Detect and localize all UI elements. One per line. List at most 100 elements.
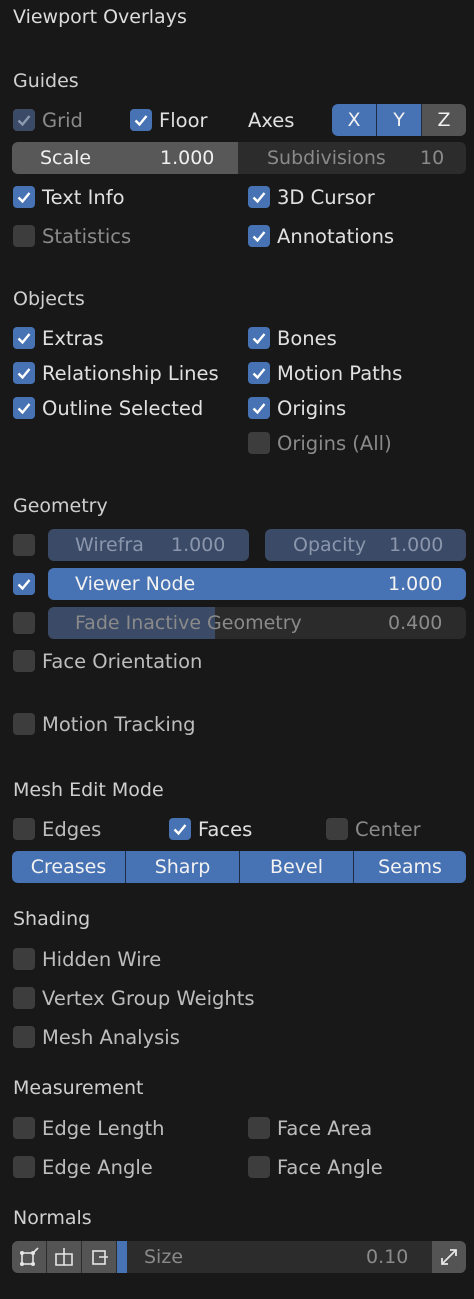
text-info-label: Text Info bbox=[42, 185, 125, 209]
outline-selected-checkbox[interactable] bbox=[13, 397, 35, 419]
creases-button[interactable]: Creases bbox=[12, 851, 125, 883]
axes-buttons: X Y Z bbox=[332, 104, 466, 136]
mesh-edit-buttons: Creases Sharp Bevel Seams bbox=[12, 851, 466, 883]
motion-paths-checkbox[interactable] bbox=[248, 362, 270, 384]
bones-label: Bones bbox=[277, 326, 337, 350]
mesh-analysis-toggle[interactable]: Mesh Analysis bbox=[13, 1024, 180, 1050]
extras-label: Extras bbox=[42, 326, 104, 350]
vertex-group-weights-toggle[interactable]: Vertex Group Weights bbox=[13, 985, 255, 1011]
origins-toggle[interactable]: Origins bbox=[248, 395, 346, 421]
axis-x-button[interactable]: X bbox=[332, 104, 376, 136]
vertex-normals-button[interactable] bbox=[12, 1241, 46, 1273]
wireframe-value: 1.000 bbox=[171, 534, 226, 556]
grid-toggle[interactable]: Grid bbox=[13, 107, 83, 133]
wireframe-checkbox[interactable] bbox=[13, 534, 35, 556]
face-area-checkbox[interactable] bbox=[248, 1117, 270, 1139]
face-angle-toggle[interactable]: Face Angle bbox=[248, 1154, 383, 1180]
motion-paths-toggle[interactable]: Motion Paths bbox=[248, 360, 402, 386]
origins-label: Origins bbox=[277, 396, 347, 420]
motion-tracking-toggle[interactable]: Motion Tracking bbox=[13, 711, 196, 737]
vertex-group-weights-label: Vertex Group Weights bbox=[42, 986, 255, 1010]
hidden-wire-toggle[interactable]: Hidden Wire bbox=[13, 946, 161, 972]
annotations-checkbox[interactable] bbox=[248, 225, 270, 247]
fade-inactive-slider[interactable]: Fade Inactive Geometry 0.400 bbox=[48, 607, 466, 639]
3d-cursor-checkbox[interactable] bbox=[248, 186, 270, 208]
relationship-lines-checkbox[interactable] bbox=[13, 362, 35, 384]
vertex-normals-icon bbox=[20, 1247, 39, 1266]
mesh-analysis-checkbox[interactable] bbox=[13, 1026, 35, 1048]
center-checkbox[interactable] bbox=[326, 818, 348, 840]
seams-button[interactable]: Seams bbox=[353, 851, 466, 883]
face-orientation-label: Face Orientation bbox=[42, 649, 203, 673]
origins-all-checkbox[interactable] bbox=[248, 432, 270, 454]
fade-inactive-value: 0.400 bbox=[388, 612, 443, 634]
grid-label: Grid bbox=[42, 108, 83, 132]
vertex-group-weights-checkbox[interactable] bbox=[13, 987, 35, 1009]
opacity-label: Opacity bbox=[293, 534, 367, 556]
bones-checkbox[interactable] bbox=[248, 327, 270, 349]
annotations-label: Annotations bbox=[277, 224, 395, 248]
extras-toggle[interactable]: Extras bbox=[13, 325, 104, 351]
scale-value[interactable]: 1.000 bbox=[160, 142, 214, 174]
text-info-toggle[interactable]: Text Info bbox=[13, 184, 125, 210]
edge-angle-toggle[interactable]: Edge Angle bbox=[13, 1154, 153, 1180]
section-measurement-heading: Measurement bbox=[13, 1077, 144, 1099]
relationship-lines-toggle[interactable]: Relationship Lines bbox=[13, 360, 219, 386]
opacity-value: 1.000 bbox=[389, 534, 444, 556]
face-normals-button[interactable] bbox=[82, 1241, 116, 1273]
face-angle-checkbox[interactable] bbox=[248, 1156, 270, 1178]
wireframe-slider[interactable]: Wirefra 1.000 bbox=[48, 529, 249, 561]
split-normals-button[interactable] bbox=[47, 1241, 81, 1273]
fade-inactive-toggle[interactable] bbox=[13, 610, 42, 636]
floor-checkbox[interactable] bbox=[130, 109, 152, 131]
viewer-node-slider[interactable]: Viewer Node 1.000 bbox=[48, 568, 466, 600]
center-toggle[interactable]: Center bbox=[326, 816, 421, 842]
subdivisions-value[interactable]: 10 bbox=[420, 142, 444, 174]
sharp-button[interactable]: Sharp bbox=[125, 851, 239, 883]
wireframe-label: Wirefra bbox=[75, 534, 144, 556]
grid-checkbox[interactable] bbox=[13, 109, 35, 131]
outline-selected-toggle[interactable]: Outline Selected bbox=[13, 395, 203, 421]
fade-inactive-checkbox[interactable] bbox=[13, 612, 35, 634]
viewer-node-checkbox[interactable] bbox=[13, 573, 35, 595]
axis-z-button[interactable]: Z bbox=[421, 104, 466, 136]
viewer-node-value: 1.000 bbox=[388, 573, 443, 595]
3d-cursor-toggle[interactable]: 3D Cursor bbox=[248, 184, 375, 210]
viewer-node-toggle[interactable] bbox=[13, 571, 42, 597]
face-area-toggle[interactable]: Face Area bbox=[248, 1115, 372, 1141]
statistics-checkbox[interactable] bbox=[13, 225, 35, 247]
wireframe-toggle[interactable] bbox=[13, 532, 42, 558]
opacity-slider[interactable]: Opacity 1.000 bbox=[265, 529, 466, 561]
edge-angle-checkbox[interactable] bbox=[13, 1156, 35, 1178]
floor-toggle[interactable]: Floor bbox=[130, 107, 208, 133]
face-normals-icon bbox=[92, 1250, 108, 1265]
relationship-lines-label: Relationship Lines bbox=[42, 361, 219, 385]
axis-y-button[interactable]: Y bbox=[376, 104, 421, 136]
origins-checkbox[interactable] bbox=[248, 397, 270, 419]
face-orientation-checkbox[interactable] bbox=[13, 650, 35, 672]
edge-length-checkbox[interactable] bbox=[13, 1117, 35, 1139]
section-geometry-heading: Geometry bbox=[13, 495, 108, 517]
bones-toggle[interactable]: Bones bbox=[248, 325, 337, 351]
hidden-wire-label: Hidden Wire bbox=[42, 947, 162, 971]
edge-length-toggle[interactable]: Edge Length bbox=[13, 1115, 165, 1141]
faces-label: Faces bbox=[198, 817, 253, 841]
edges-toggle[interactable]: Edges bbox=[13, 816, 101, 842]
fade-inactive-label: Fade Inactive Geometry bbox=[75, 612, 302, 634]
face-orientation-toggle[interactable]: Face Orientation bbox=[13, 648, 202, 674]
normals-size-value[interactable]: 0.10 bbox=[366, 1241, 408, 1273]
statistics-toggle[interactable]: Statistics bbox=[13, 223, 131, 249]
panel-title: Viewport Overlays bbox=[13, 6, 187, 28]
bevel-button[interactable]: Bevel bbox=[239, 851, 353, 883]
annotations-toggle[interactable]: Annotations bbox=[248, 223, 394, 249]
constant-screen-size-button[interactable] bbox=[432, 1241, 466, 1273]
normals-size-label: Size bbox=[144, 1246, 184, 1268]
origins-all-toggle[interactable]: Origins (All) bbox=[248, 430, 392, 456]
edges-checkbox[interactable] bbox=[13, 818, 35, 840]
motion-tracking-checkbox[interactable] bbox=[13, 713, 35, 735]
faces-toggle[interactable]: Faces bbox=[169, 816, 252, 842]
faces-checkbox[interactable] bbox=[169, 818, 191, 840]
hidden-wire-checkbox[interactable] bbox=[13, 948, 35, 970]
extras-checkbox[interactable] bbox=[13, 327, 35, 349]
text-info-checkbox[interactable] bbox=[13, 186, 35, 208]
